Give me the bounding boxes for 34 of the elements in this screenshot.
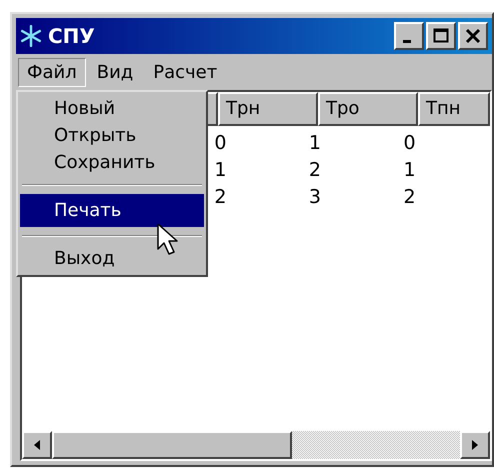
menu-item[interactable]: Новый [20, 95, 204, 122]
menu-item[interactable]: Вид [88, 58, 142, 86]
left-arrow-icon [32, 439, 42, 451]
close-icon [463, 26, 483, 46]
table-cell-text: 0 [213, 132, 228, 156]
right-arrow-icon [470, 439, 480, 451]
horizontal-scrollbar[interactable] [22, 431, 490, 459]
column-header[interactable]: Тпн [418, 92, 490, 126]
table-cell-text: 2 [308, 159, 322, 183]
snowflake-icon [20, 25, 42, 47]
scroll-thumb[interactable] [52, 431, 292, 459]
scroll-left-button[interactable] [22, 431, 52, 459]
minimize-icon [403, 40, 411, 42]
table-cell-text: 0 [402, 132, 417, 156]
table-cell-text: 2 [213, 186, 228, 210]
table-cell-text: 2 [402, 186, 417, 210]
column-header[interactable]: Трн [218, 92, 318, 126]
menu-item[interactable]: Расчет [144, 58, 226, 86]
maximize-button[interactable] [426, 22, 456, 50]
menu-item[interactable]: Выход [20, 245, 204, 272]
menu-item[interactable]: Файл [18, 58, 86, 86]
minimize-button[interactable] [394, 22, 424, 50]
cursor-icon [156, 222, 178, 256]
table-cell-text: 3 [308, 186, 322, 210]
menu-item[interactable]: Открыть [20, 122, 204, 149]
window-title: СПУ [48, 24, 96, 48]
table-cell-text: 1 [402, 159, 417, 183]
menu-item[interactable]: Печать [20, 194, 204, 227]
column-header[interactable]: Тро [318, 92, 418, 126]
close-button[interactable] [458, 22, 488, 50]
menu-item[interactable]: Сохранить [20, 149, 204, 176]
scroll-right-button[interactable] [460, 431, 490, 459]
table-cell-text: 1 [213, 159, 228, 183]
table-cell-text: 1 [308, 132, 322, 156]
